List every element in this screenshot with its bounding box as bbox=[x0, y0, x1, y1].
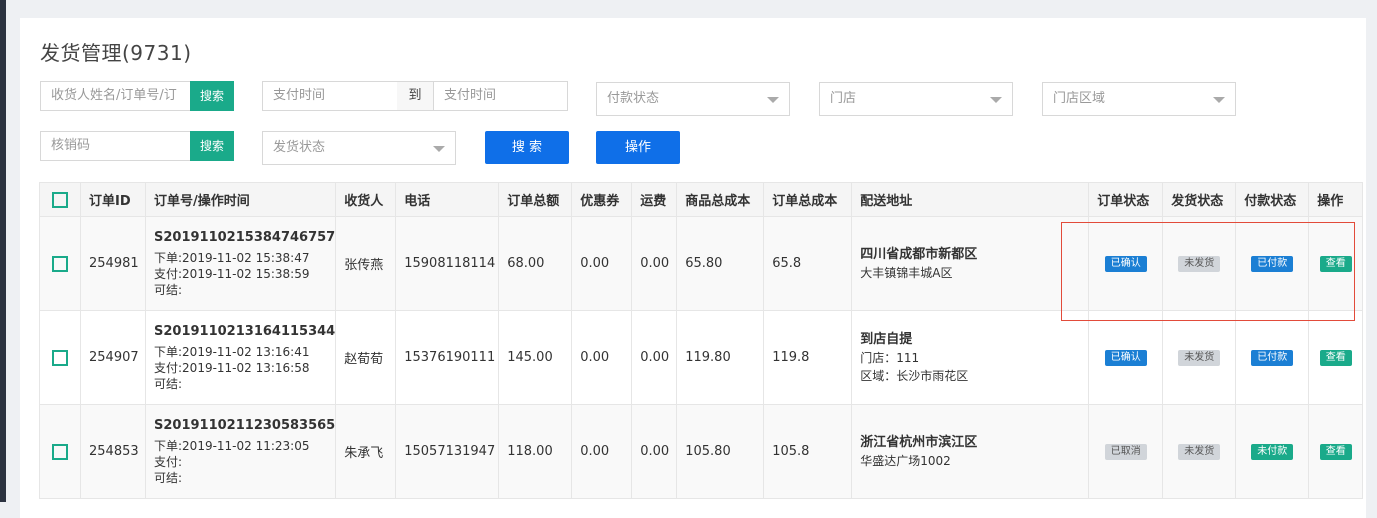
pay-status-select[interactable]: 付款状态 bbox=[596, 82, 790, 116]
store-area-select[interactable]: 门店区域 bbox=[1042, 82, 1236, 116]
order-status-badge: 已确认 bbox=[1104, 350, 1147, 366]
coupon: 0.00 bbox=[571, 404, 633, 499]
search-button[interactable]: 搜索 bbox=[190, 81, 234, 111]
receiver: 赵荀荀 bbox=[335, 310, 397, 405]
col-header[interactable]: 订单号/操作时间 bbox=[144, 182, 337, 217]
settle-time: 可结: bbox=[154, 282, 183, 297]
order-total: 118.00 bbox=[498, 404, 573, 499]
goods-cost: 65.80 bbox=[676, 216, 765, 311]
col-header[interactable]: 配送地址 bbox=[851, 182, 1090, 217]
pay-status-badge: 未付款 bbox=[1251, 444, 1294, 460]
settle-time: 可结: bbox=[154, 376, 183, 391]
chevron-down-icon bbox=[1213, 97, 1225, 103]
order-time: 下单:2019-11-02 13:16:41 bbox=[154, 344, 310, 359]
row-checkbox[interactable] bbox=[52, 443, 68, 460]
col-header[interactable]: 订单总额 bbox=[498, 182, 573, 217]
select-all-checkbox[interactable] bbox=[52, 191, 68, 208]
col-header[interactable]: 收货人 bbox=[335, 182, 397, 217]
verify-code-input[interactable]: 核销码 bbox=[40, 131, 192, 161]
table-header-row: 订单ID 订单号/操作时间 收货人 电话 订单总额 优惠券 运费 商品总成本 订… bbox=[39, 182, 1364, 217]
row-checkbox[interactable] bbox=[52, 349, 68, 366]
table-row: 254907 S2019110213164115344 下单:2019-11-0… bbox=[39, 310, 1364, 405]
ship-status-select[interactable]: 发货状态 bbox=[262, 131, 456, 165]
page-title: 发货管理(9731) bbox=[40, 41, 192, 65]
order-cost: 65.8 bbox=[763, 216, 853, 311]
ship-status-badge: 未发货 bbox=[1178, 444, 1221, 460]
order-cost: 105.8 bbox=[763, 404, 853, 499]
address-line-1: 四川省成都市新都区 bbox=[860, 246, 978, 262]
settle-time: 可结: bbox=[154, 470, 183, 485]
store-select-label: 门店 bbox=[830, 91, 857, 106]
address-line-2: 大丰镇锦丰城A区 bbox=[860, 265, 953, 280]
view-button[interactable]: 查看 bbox=[1319, 350, 1352, 366]
col-header[interactable]: 订单状态 bbox=[1088, 182, 1164, 217]
order-number: S2019110215384746757 bbox=[154, 229, 336, 245]
address-line-1: 到店自提 bbox=[860, 331, 913, 347]
col-header[interactable]: 订单总成本 bbox=[763, 182, 853, 217]
address-line-3: 区域：长沙市雨花区 bbox=[860, 368, 969, 383]
annotation-highlight-box bbox=[1061, 222, 1355, 321]
chevron-down-icon bbox=[767, 97, 779, 103]
order-id: 254907 bbox=[80, 310, 146, 405]
ship-status-badge: 未发货 bbox=[1178, 350, 1221, 366]
view-button[interactable]: 查看 bbox=[1319, 444, 1352, 460]
order-status-badge: 已取消 bbox=[1104, 444, 1147, 460]
col-header[interactable]: 优惠券 bbox=[571, 182, 633, 217]
col-header[interactable]: 付款状态 bbox=[1235, 182, 1310, 217]
receiver: 张传燕 bbox=[335, 216, 397, 311]
pay-time-start-input[interactable]: 支付时间 bbox=[262, 81, 398, 111]
order-id: 254853 bbox=[80, 404, 146, 499]
ship-status-select-label: 发货状态 bbox=[273, 140, 326, 155]
col-header[interactable]: 操作 bbox=[1308, 182, 1364, 217]
address-line-1: 浙江省杭州市滨江区 bbox=[860, 434, 978, 450]
main-search-button[interactable]: 搜 索 bbox=[485, 131, 569, 164]
col-header[interactable]: 发货状态 bbox=[1162, 182, 1237, 217]
store-area-select-label: 门店区域 bbox=[1053, 91, 1106, 106]
phone: 15376190111 bbox=[395, 310, 500, 405]
order-id: 254981 bbox=[80, 216, 146, 311]
row-checkbox[interactable] bbox=[52, 255, 68, 272]
order-number: S2019110211230583565 bbox=[154, 417, 336, 433]
freight: 0.00 bbox=[631, 310, 678, 405]
coupon: 0.00 bbox=[571, 216, 633, 311]
goods-cost: 119.80 bbox=[676, 310, 765, 405]
address-line-2: 门店：111 bbox=[860, 350, 920, 365]
pay-time-end-input[interactable]: 支付时间 bbox=[433, 81, 568, 111]
table-row: 254853 S2019110211230583565 下单:2019-11-0… bbox=[39, 404, 1364, 499]
store-select[interactable]: 门店 bbox=[819, 82, 1013, 116]
order-total: 68.00 bbox=[498, 216, 573, 311]
col-header[interactable]: 商品总成本 bbox=[676, 182, 765, 217]
phone: 15057131947 bbox=[395, 404, 500, 499]
operate-button[interactable]: 操作 bbox=[596, 131, 680, 164]
col-header[interactable]: 订单ID bbox=[80, 182, 146, 217]
order-number: S2019110213164115344 bbox=[154, 323, 336, 339]
chevron-down-icon bbox=[990, 97, 1002, 103]
order-total: 145.00 bbox=[498, 310, 573, 405]
goods-cost: 105.80 bbox=[676, 404, 765, 499]
search-input[interactable]: 收货人姓名/订单号/订 bbox=[40, 81, 192, 111]
address-line-2: 华盛达广场1002 bbox=[860, 453, 951, 468]
pay-status-badge: 已付款 bbox=[1251, 350, 1294, 366]
receiver: 朱承飞 bbox=[335, 404, 397, 499]
order-time: 下单:2019-11-02 11:23:05 bbox=[154, 438, 310, 453]
pay-time: 支付:2019-11-02 15:38:59 bbox=[154, 266, 310, 281]
left-sidebar-edge bbox=[0, 0, 6, 502]
col-header[interactable]: 运费 bbox=[631, 182, 678, 217]
coupon: 0.00 bbox=[571, 310, 633, 405]
col-header[interactable]: 电话 bbox=[395, 182, 500, 217]
pay-status-select-label: 付款状态 bbox=[607, 91, 660, 106]
chevron-down-icon bbox=[433, 146, 445, 152]
freight: 0.00 bbox=[631, 216, 678, 311]
freight: 0.00 bbox=[631, 404, 678, 499]
pay-time: 支付:2019-11-02 13:16:58 bbox=[154, 360, 310, 375]
range-to-label: 到 bbox=[397, 81, 433, 111]
order-cost: 119.8 bbox=[763, 310, 853, 405]
order-time: 下单:2019-11-02 15:38:47 bbox=[154, 250, 310, 265]
verify-search-button[interactable]: 搜索 bbox=[190, 131, 234, 161]
phone: 15908118114 bbox=[395, 216, 500, 311]
pay-time: 支付: bbox=[154, 454, 183, 469]
